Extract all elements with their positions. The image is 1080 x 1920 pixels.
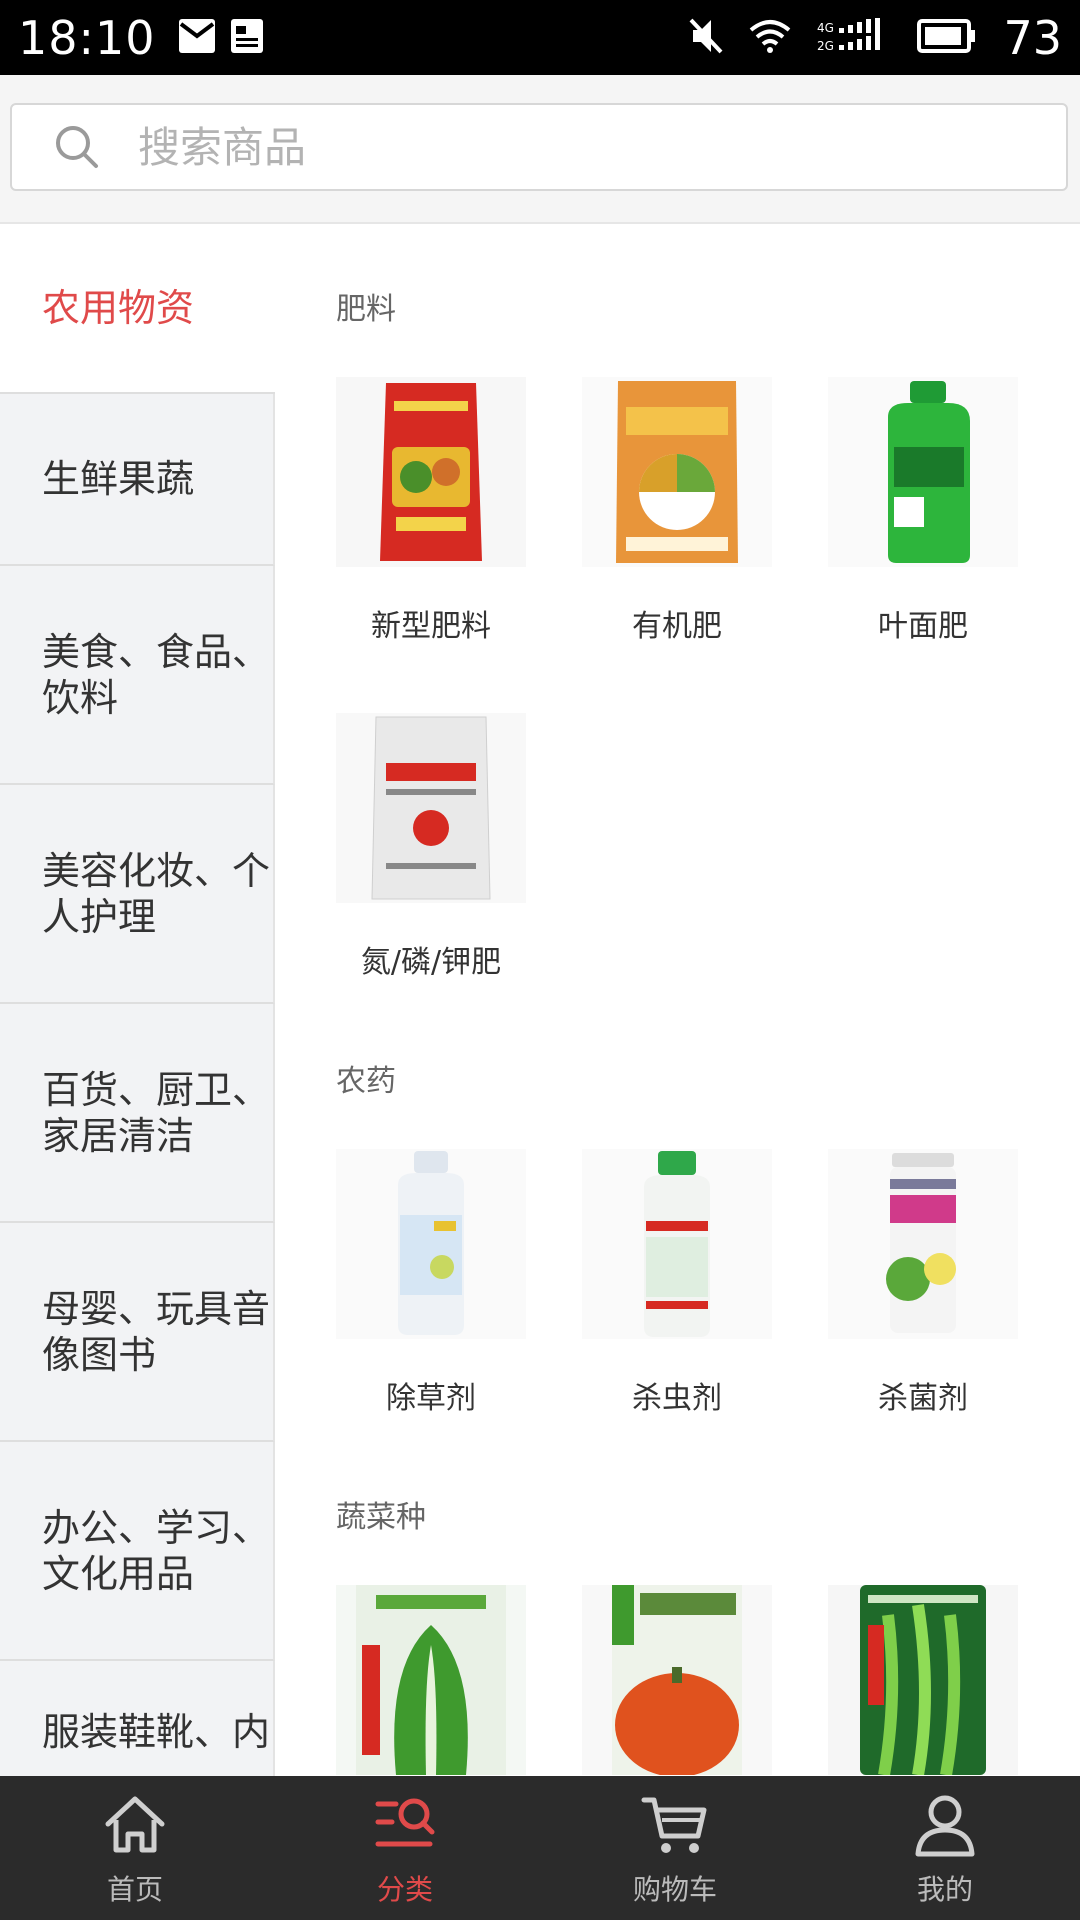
nav-profile[interactable]: 我的 — [810, 1776, 1080, 1920]
svg-text:4G: 4G — [817, 21, 834, 35]
nav-category[interactable]: 分类 — [270, 1776, 540, 1920]
nav-label: 我的 — [916, 1873, 973, 1906]
profile-icon — [915, 1795, 975, 1857]
sidebar-item-apparel[interactable]: 服装鞋靴、内 — [0, 1661, 275, 1776]
product-foliar-fertilizer[interactable]: 叶面肥 — [828, 377, 1018, 645]
fungicide-bottle-image — [828, 1149, 1018, 1339]
bean-seed-pack-image — [828, 1585, 1018, 1775]
product-name: 杀虫剂 — [632, 1381, 722, 1416]
sidebar-item-label: 百货、厨卫、 — [42, 1067, 271, 1112]
search-bar — [0, 75, 1080, 224]
news-icon — [230, 18, 264, 58]
sidebar-item-label: 人护理 — [42, 894, 157, 939]
status-time: 18:10 — [18, 10, 156, 65]
product-herbicide[interactable]: 除草剂 — [336, 1149, 526, 1417]
product-name: 有机肥 — [632, 609, 722, 644]
battery-level: 73 — [1003, 10, 1062, 65]
sidebar-item-beauty-care[interactable]: 美容化妆、个 人护理 — [0, 785, 275, 1004]
sidebar-item-label: 服装鞋靴、内 — [42, 1710, 271, 1754]
section-title: 肥料 — [336, 292, 396, 327]
product-name: 叶面肥 — [878, 609, 968, 644]
wifi-icon — [749, 18, 791, 58]
mute-icon — [689, 16, 723, 60]
product-organic-fertilizer[interactable]: 有机肥 — [582, 377, 772, 645]
product-name: 杀菌剂 — [878, 1381, 968, 1416]
sidebar-item-label: 母婴、玩具音 — [42, 1286, 271, 1331]
cart-icon — [641, 1797, 707, 1853]
nav-home[interactable]: 首页 — [0, 1776, 270, 1920]
nav-label: 分类 — [376, 1873, 433, 1906]
product-name: 除草剂 — [386, 1381, 476, 1416]
npk-fertilizer-bag-image — [336, 713, 526, 903]
search-icon — [56, 126, 98, 168]
sidebar-item-label: 生鲜果蔬 — [42, 457, 195, 501]
sidebar-item-label: 饮料 — [42, 675, 119, 720]
product-name: 新型肥料 — [371, 609, 491, 644]
product-seed-pumpkin[interactable] — [582, 1585, 772, 1776]
status-bar: 18:10 4G 2G 73 — [0, 0, 1080, 75]
sidebar-item-office-stationery[interactable]: 办公、学习、 文化用品 — [0, 1442, 275, 1661]
product-fungicide[interactable]: 杀菌剂 — [828, 1149, 1018, 1417]
sidebar-item-baby-toys-books[interactable]: 母婴、玩具音 像图书 — [0, 1223, 275, 1442]
organic-fertilizer-bag-image — [582, 377, 772, 567]
bottom-nav: 首页 分类 购物车 我的 — [0, 1776, 1080, 1920]
product-name: 氮/磷/钾肥 — [360, 945, 502, 980]
sidebar-item-label: 办公、学习、 — [42, 1505, 271, 1550]
sidebar-item-label: 像图书 — [42, 1332, 157, 1377]
nav-cart[interactable]: 购物车 — [540, 1776, 810, 1920]
sidebar-item-food-drinks[interactable]: 美食、食品、 饮料 — [0, 566, 275, 785]
nav-label: 购物车 — [632, 1873, 717, 1906]
category-sidebar: 农用物资 生鲜果蔬 美食、食品、 饮料 美容化妆、个 人护理 百货、厨卫、 家居… — [0, 224, 275, 1776]
sidebar-item-label: 文化用品 — [42, 1551, 195, 1596]
insecticide-bottle-image — [582, 1149, 772, 1339]
signal-4g-2g-icon: 4G 2G — [817, 15, 891, 58]
sidebar-item-fresh-produce[interactable]: 生鲜果蔬 — [0, 394, 275, 566]
search-input[interactable] — [136, 121, 940, 173]
product-insecticide[interactable]: 杀虫剂 — [582, 1149, 772, 1417]
category-icon — [375, 1798, 435, 1847]
category-content: 肥料 新型肥料 有机肥 叶面肥 氮/磷/钾肥 农药 除草剂 杀虫剂 杀菌剂 蔬菜… — [275, 224, 1080, 1776]
herbicide-bottle-image — [336, 1149, 526, 1339]
sidebar-item-agri-supplies[interactable]: 农用物资 — [0, 224, 275, 394]
sidebar-item-household[interactable]: 百货、厨卫、 家居清洁 — [0, 1004, 275, 1223]
mail-icon — [178, 18, 216, 58]
cabbage-seed-pack-image — [336, 1585, 526, 1775]
sidebar-item-label: 美食、食品、 — [42, 629, 271, 674]
sidebar-item-label: 农用物资 — [42, 286, 195, 330]
fertilizer-bag-image — [336, 377, 526, 567]
svg-text:2G: 2G — [817, 39, 834, 53]
home-icon — [105, 1796, 165, 1853]
sidebar-item-label: 家居清洁 — [42, 1113, 195, 1158]
sidebar-item-label: 美容化妆、个 — [42, 848, 271, 893]
nav-label: 首页 — [106, 1873, 163, 1906]
search-box[interactable] — [10, 103, 1068, 191]
pumpkin-seed-pack-image — [582, 1585, 772, 1775]
battery-icon — [917, 18, 977, 57]
foliar-fertilizer-bottle-image — [828, 377, 1018, 567]
product-seed-cabbage[interactable] — [336, 1585, 526, 1776]
product-seed-bean[interactable] — [828, 1585, 1018, 1776]
section-title: 农药 — [336, 1064, 396, 1099]
product-new-fertilizer[interactable]: 新型肥料 — [336, 377, 526, 645]
product-npk-fertilizer[interactable]: 氮/磷/钾肥 — [336, 713, 526, 981]
section-title: 蔬菜种 — [336, 1500, 426, 1535]
